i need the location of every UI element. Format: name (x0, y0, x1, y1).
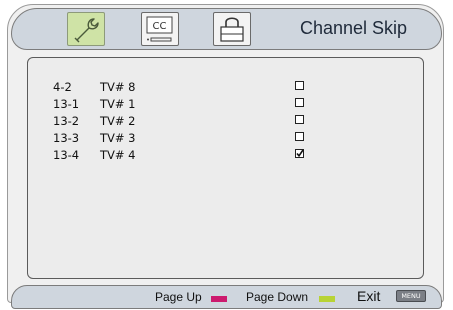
checkmark-icon (296, 149, 304, 158)
channel-number: 13-2 (53, 114, 80, 128)
tab-setup[interactable] (67, 12, 105, 46)
channel-row[interactable]: 13-2 TV# 2 (28, 112, 423, 129)
channel-number: 13-3 (53, 131, 80, 145)
channel-row[interactable]: 13-3 TV# 3 (28, 129, 423, 146)
page-up-color-key[interactable] (211, 296, 227, 302)
channel-list: 4-2 TV# 8 13-1 TV# 1 13-2 TV# 2 13-3 TV#… (28, 78, 423, 163)
channel-name: TV# 2 (100, 114, 136, 128)
skip-checkbox[interactable] (295, 81, 304, 90)
skip-checkbox[interactable] (295, 98, 304, 107)
channel-name: TV# 4 (100, 148, 136, 162)
channel-number: 4-2 (53, 80, 72, 94)
channel-number: 13-1 (53, 97, 80, 111)
wrench-icon (74, 18, 99, 43)
channel-list-panel: 4-2 TV# 8 13-1 TV# 1 13-2 TV# 2 13-3 TV#… (27, 57, 424, 279)
exit-label: Exit (357, 288, 381, 304)
padlock-icon (220, 17, 244, 42)
channel-number: 13-4 (53, 148, 80, 162)
channel-row[interactable]: 13-1 TV# 1 (28, 95, 423, 112)
channel-name: TV# 8 (100, 80, 136, 94)
channel-name: TV# 1 (100, 97, 136, 111)
page-title: Channel Skip (300, 18, 408, 38)
tab-closed-caption[interactable]: CC (141, 12, 179, 46)
svg-text:CC: CC (153, 21, 167, 32)
skip-checkbox[interactable] (295, 149, 304, 158)
channel-name: TV# 3 (100, 131, 136, 145)
page-up-label: Page Up (155, 290, 202, 304)
tab-lock[interactable] (213, 12, 251, 46)
channel-row[interactable]: 13-4 TV# 4 (28, 146, 423, 163)
closed-caption-icon: CC (146, 16, 173, 42)
page-down-label: Page Down (246, 290, 309, 304)
page-down-color-key[interactable] (319, 296, 335, 302)
menu-key-icon[interactable]: MENU (396, 290, 426, 302)
skip-checkbox[interactable] (295, 132, 304, 141)
skip-checkbox[interactable] (295, 115, 304, 124)
channel-row[interactable]: 4-2 TV# 8 (28, 78, 423, 95)
